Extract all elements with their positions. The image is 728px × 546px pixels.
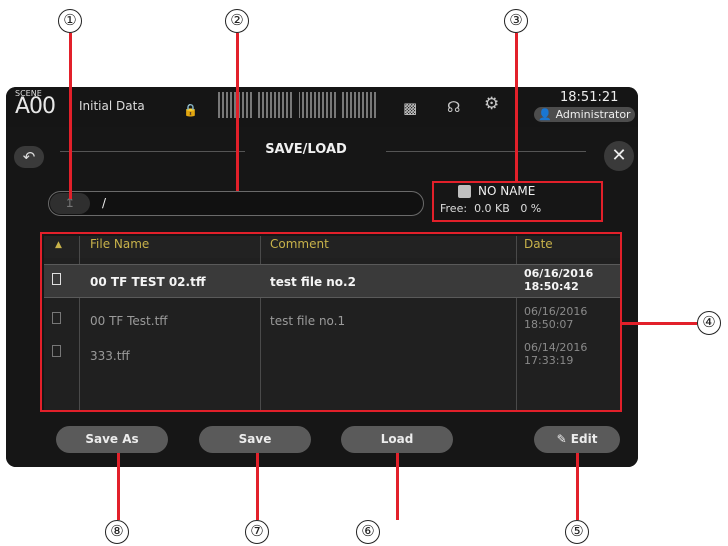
callout-1: ①: [58, 9, 82, 33]
close-icon: ✕: [611, 145, 627, 166]
user-badge[interactable]: 👤 Administrator: [534, 107, 635, 122]
scene-number[interactable]: A00: [15, 94, 56, 119]
headphones-icon[interactable]: ☊: [447, 98, 460, 116]
leader-line-7: [256, 453, 259, 520]
storage-icon: [458, 185, 471, 198]
save-as-button[interactable]: Save As: [56, 426, 168, 453]
gear-icon[interactable]: ⚙: [484, 94, 499, 114]
callout-8: ⑧: [105, 520, 129, 544]
recorder-icon[interactable]: ▩: [403, 99, 417, 117]
leader-line-5: [576, 453, 579, 520]
meter-divider: [336, 92, 341, 118]
meter-divider: [253, 92, 258, 118]
path-text: /: [102, 196, 107, 210]
title-rule-right: [386, 151, 586, 152]
callout-2: ②: [225, 9, 249, 33]
edit-label: Edit: [570, 432, 598, 446]
leader-line-4: [622, 322, 697, 325]
load-button[interactable]: Load: [341, 426, 453, 453]
callout-7: ⑦: [245, 520, 269, 544]
leader-line-6: [396, 453, 399, 520]
media-name: NO NAME: [478, 184, 536, 198]
panel-title: SAVE/LOAD: [265, 142, 347, 157]
lock-icon[interactable]: 🔒: [183, 103, 198, 117]
file-list-highlight: [40, 232, 622, 412]
callout-3: ③: [504, 9, 528, 33]
back-arrow-icon: ↶: [22, 148, 36, 166]
scene-name[interactable]: Initial Data: [79, 99, 145, 113]
leader-line-2: [236, 33, 239, 191]
leader-line-8: [117, 453, 120, 520]
save-button[interactable]: Save: [199, 426, 311, 453]
callout-5: ⑤: [565, 520, 589, 544]
media-free: Free: 0.0 KB 0 %: [440, 202, 541, 215]
clock: 18:51:21: [560, 90, 619, 105]
free-label: Free:: [440, 202, 468, 215]
title-rule-left: [60, 151, 245, 152]
pencil-icon: ✎: [556, 432, 571, 446]
edit-button[interactable]: ✎ Edit: [534, 426, 620, 453]
free-percent: 0 %: [520, 202, 542, 215]
close-button[interactable]: ✕: [604, 141, 634, 171]
user-icon: 👤: [538, 108, 556, 121]
callout-6: ⑥: [356, 520, 380, 544]
meter-divider: [294, 92, 299, 118]
leader-line-3: [515, 33, 518, 181]
back-button[interactable]: ↶: [14, 146, 44, 168]
user-name: Administrator: [555, 108, 631, 121]
free-size: 0.0 KB: [474, 202, 510, 215]
leader-line-1: [69, 33, 72, 199]
callout-4: ④: [697, 311, 721, 335]
